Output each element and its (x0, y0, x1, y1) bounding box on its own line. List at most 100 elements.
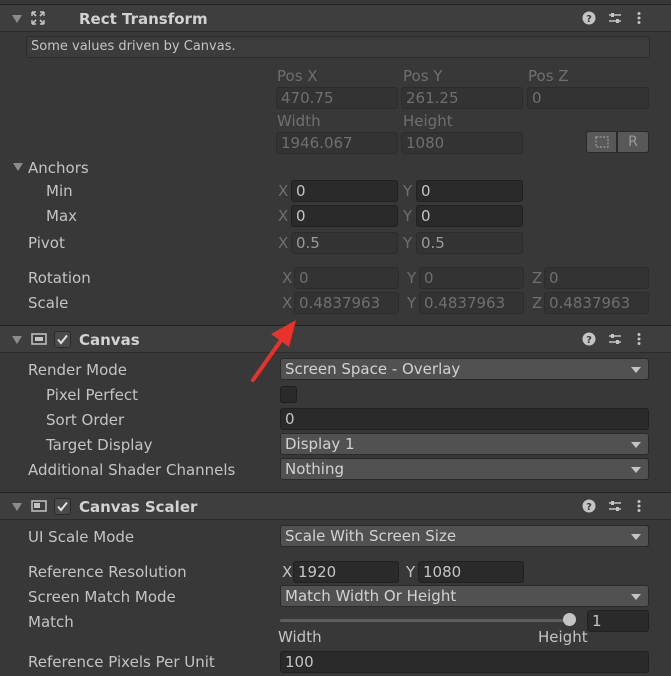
raw-button-label: R (628, 134, 638, 150)
pixel-perfect-label: Pixel Perfect (46, 386, 139, 404)
match-value-field[interactable]: 1 (587, 610, 649, 632)
pos-x-label: Pos X (277, 67, 318, 85)
reference-resolution-label: Reference Resolution (28, 563, 187, 581)
rotation-x-field[interactable]: 0 (294, 267, 399, 289)
canvas-scaler-icon (31, 500, 47, 512)
raw-edit-button[interactable]: R (617, 131, 649, 153)
help-icon[interactable]: ? (582, 499, 596, 513)
target-display-label: Target Display (46, 436, 153, 454)
pos-z-label: Pos Z (528, 67, 569, 85)
presets-icon[interactable] (608, 11, 622, 25)
render-mode-value: Screen Space - Overlay (285, 360, 461, 378)
axis-y-label: Y (403, 234, 413, 252)
pos-x-field[interactable]: 470.75 (276, 87, 398, 109)
rotation-label: Rotation (28, 269, 91, 287)
target-display-dropdown[interactable]: Display 1 (280, 433, 649, 455)
dropdown-arrow-icon (631, 594, 641, 600)
axis-y-label: Y (407, 269, 417, 287)
canvas-scaler-enabled-checkbox[interactable] (54, 498, 71, 515)
svg-text:?: ? (586, 335, 592, 346)
axis-x-label: X (282, 269, 293, 287)
sort-order-field[interactable]: 0 (280, 408, 649, 430)
match-label: Match (28, 613, 74, 631)
reference-resolution-x-field[interactable]: 1920 (293, 561, 399, 583)
rotation-z-field[interactable]: 0 (544, 267, 649, 289)
component-title: Rect Transform (79, 10, 208, 28)
kebab-menu-icon[interactable] (632, 11, 646, 25)
anchors-foldout-icon[interactable] (13, 163, 23, 171)
dropdown-arrow-icon (631, 467, 641, 473)
slider-thumb[interactable] (563, 613, 576, 626)
scale-x-field[interactable]: 0.4837963 (294, 292, 399, 314)
pixel-perfect-checkbox[interactable] (280, 386, 297, 403)
checkmark-icon (57, 334, 68, 345)
slider-track (280, 619, 576, 622)
screen-match-mode-value: Match Width Or Height (285, 587, 457, 605)
render-mode-label: Render Mode (28, 361, 128, 379)
pivot-y-field[interactable]: 0.5 (416, 232, 523, 254)
ui-scale-mode-label: UI Scale Mode (28, 528, 135, 546)
foldout-arrow-icon[interactable] (12, 503, 22, 511)
scale-label: Scale (28, 294, 69, 312)
axis-x-label: X (278, 182, 289, 200)
render-mode-dropdown[interactable]: Screen Space - Overlay (280, 358, 649, 380)
pos-y-label: Pos Y (403, 67, 443, 85)
ui-scale-mode-dropdown[interactable]: Scale With Screen Size (280, 525, 649, 547)
anchors-min-y-field[interactable]: 0 (416, 180, 523, 202)
pixels-per-unit-field[interactable]: 100 (280, 651, 649, 673)
canvas-scaler-header[interactable]: Canvas Scaler ? (0, 492, 671, 520)
anchors-max-label: Max (46, 207, 78, 225)
width-field[interactable]: 1946.067 (276, 132, 398, 154)
match-width-label: Width (278, 628, 322, 646)
rotation-y-field[interactable]: 0 (419, 267, 524, 289)
kebab-menu-icon[interactable] (632, 332, 646, 346)
canvas-enabled-checkbox[interactable] (54, 331, 71, 348)
shader-channels-dropdown[interactable]: Nothing (280, 458, 649, 480)
anchors-max-x-field[interactable]: 0 (291, 205, 398, 227)
axis-y-label: Y (403, 207, 413, 225)
scale-y-field[interactable]: 0.4837963 (419, 292, 524, 314)
anchors-max-y-field[interactable]: 0 (416, 205, 523, 227)
scale-z-field[interactable]: 0.4837963 (544, 292, 649, 314)
kebab-menu-icon[interactable] (632, 499, 646, 513)
pivot-label: Pivot (28, 234, 65, 252)
height-field[interactable]: 1080 (401, 132, 523, 154)
canvas-icon (31, 333, 47, 345)
presets-icon[interactable] (608, 499, 622, 513)
dropdown-arrow-icon (631, 534, 641, 540)
foldout-arrow-icon[interactable] (12, 15, 22, 23)
ui-scale-mode-value: Scale With Screen Size (285, 527, 457, 545)
axis-x-label: X (282, 294, 293, 312)
shader-channels-label: Additional Shader Channels (28, 461, 236, 479)
axis-z-label: Z (532, 269, 543, 287)
svg-text:?: ? (586, 14, 592, 25)
canvas-header[interactable]: Canvas ? (0, 325, 671, 353)
height-label: Height (403, 112, 453, 130)
axis-y-label: Y (407, 294, 417, 312)
presets-icon[interactable] (608, 332, 622, 346)
pos-y-field[interactable]: 261.25 (401, 87, 523, 109)
component-title: Canvas (79, 331, 140, 349)
component-title: Canvas Scaler (79, 498, 198, 516)
screen-match-mode-dropdown[interactable]: Match Width Or Height (280, 585, 649, 607)
pos-z-field[interactable]: 0 (527, 87, 649, 109)
axis-x-label: X (278, 207, 289, 225)
screen-match-mode-label: Screen Match Mode (28, 588, 176, 606)
help-icon[interactable]: ? (582, 11, 596, 25)
blueprint-icon (595, 136, 609, 148)
pivot-x-field[interactable]: 0.5 (291, 232, 398, 254)
blueprint-mode-button[interactable] (586, 131, 617, 153)
anchors-label[interactable]: Anchors (28, 159, 89, 177)
driven-by-canvas-info: Some values driven by Canvas. (26, 36, 650, 58)
target-display-value: Display 1 (285, 435, 355, 453)
axis-x-label: X (278, 234, 289, 252)
checkmark-icon (57, 501, 68, 512)
info-text: Some values driven by Canvas. (31, 39, 236, 54)
help-icon[interactable]: ? (582, 332, 596, 346)
rect-transform-icon (31, 11, 45, 25)
anchors-min-x-field[interactable]: 0 (291, 180, 398, 202)
foldout-arrow-icon[interactable] (12, 336, 22, 344)
match-slider[interactable] (280, 610, 580, 630)
reference-resolution-y-field[interactable]: 1080 (418, 561, 524, 583)
rect-transform-header[interactable]: Rect Transform ? (0, 4, 671, 32)
